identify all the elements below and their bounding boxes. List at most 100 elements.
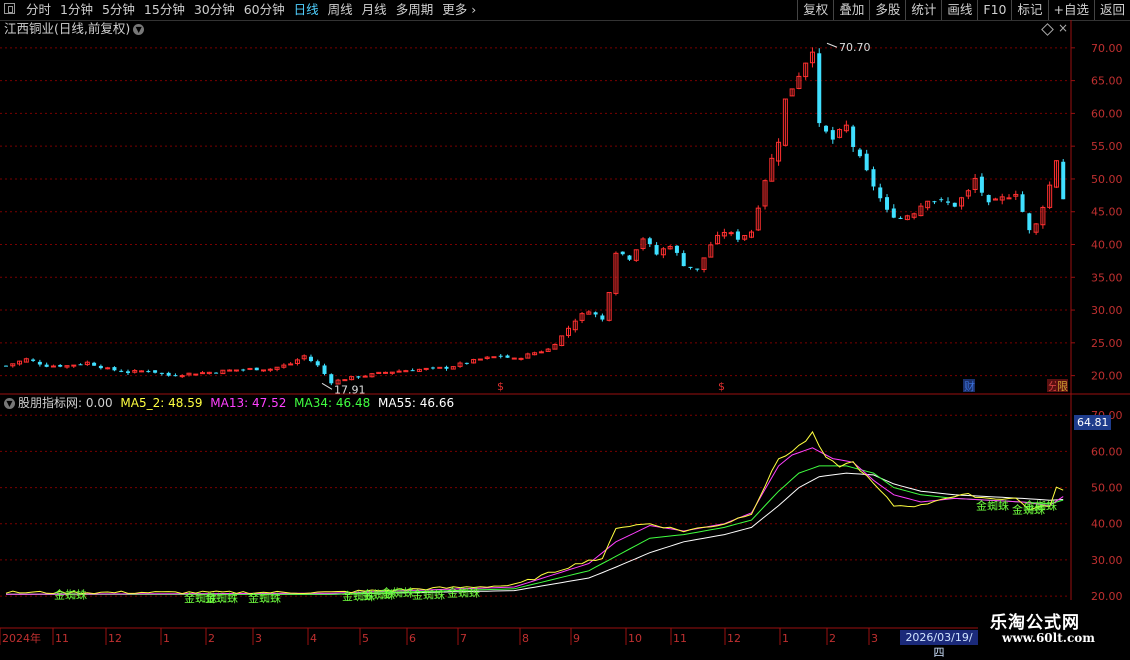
price-tick-label: 55.00 [1091,140,1123,153]
candle-body [437,366,443,369]
signal-label: 金蜘蛛 [447,585,480,599]
candle-body [728,232,734,235]
candle-body [979,176,984,193]
price-tick-label: 25.00 [1091,337,1123,350]
candle-body [125,371,130,373]
ma5-label: MA5_2: 48.59 [120,396,203,410]
ma55-label: MA55: 46.66 [378,396,455,410]
candle-body [396,370,402,373]
candle-body [153,370,158,373]
indicator-tick-label: 40.00 [1091,518,1123,531]
stock-title[interactable]: 江西铜业(日线,前复权) ▼ [4,21,145,37]
date-tick-label: 11 [55,632,69,645]
candle-body [31,359,36,361]
date-tick-label: 10 [628,632,642,645]
candle-body [824,125,829,132]
signal-label: 金蜘蛛 [54,587,87,601]
signal-label: 金蜘蛛 [1024,499,1057,513]
date-tick-label: 9 [573,632,580,645]
candle-body [71,364,77,367]
ma13-label: MA13: 47.52 [210,396,287,410]
date-tick-label: 3 [255,632,262,645]
candle-body [44,364,49,367]
signal-label: 金蜘蛛 [976,499,1009,513]
candle-body [159,372,164,374]
date-tick-label: 3 [871,632,878,645]
signal-label: 金蜘蛛 [412,587,445,601]
candle-body [254,367,259,371]
candle-body [830,130,835,140]
close-icon[interactable]: × [1058,21,1068,35]
candle-body [267,368,273,371]
candle-body [119,370,124,372]
candle-body [4,365,8,367]
candle-body [329,374,334,384]
candle-body [511,357,517,360]
candle-body [214,372,219,374]
candle-body [885,197,890,210]
candle-body [1020,194,1025,212]
price-tick-label: 35.00 [1091,271,1123,284]
ma34-label: MA34: 46.48 [294,396,371,410]
candle-body [173,375,178,377]
candle-body [241,369,246,371]
indicator-tick-label: 60.00 [1091,445,1123,458]
indicator-title: ▼ 股朋指标网: 0.00 MA5_2: 48.59 MA13: 47.52 MA… [4,395,458,411]
candle-body [647,238,652,245]
candle-body [58,364,63,367]
candle-body [986,194,991,203]
candle-body [247,367,253,370]
price-tick-label: 65.00 [1091,75,1123,88]
price-tick-label: 60.00 [1091,107,1123,120]
current-price-box: 64.81 [1074,415,1111,430]
candle-body [1006,197,1012,200]
candle-body [410,370,415,372]
candle-body [146,371,151,373]
candle-body [491,356,497,359]
candle-body [688,266,693,268]
candle-body [308,356,313,362]
candle-body [383,371,389,374]
stock-chart-svg[interactable]: 金蜘蛛 金蜘蛛金蜘蛛 金蜘蛛 金蜘蛛金蜘蛛金蜘蛛金蜘蛛 金蜘蛛金蜘蛛 金蜘蛛金蜘蛛 70.… [0,0,1130,650]
date-tick-label: 2024年 [2,631,41,645]
signal-label: 金蜘蛛 [248,591,281,605]
candle-body [878,187,883,199]
price-tick-label: 20.00 [1091,370,1123,383]
chevron-down-icon[interactable]: ▼ [133,24,145,35]
price-tick-label: 50.00 [1091,173,1123,186]
candle-body [946,201,951,203]
candle-body [1027,213,1032,231]
candle-body [98,365,103,369]
indicator-tick-label: 50.00 [1091,482,1123,495]
candle-body [593,312,598,315]
indicator-chevron-icon[interactable]: ▼ [4,398,15,409]
candle-body [92,362,97,366]
candle-body [464,362,469,364]
ma-line-ma13 [5,447,1064,595]
candle-body [498,355,503,357]
candle-body [864,153,869,171]
candle-body [50,365,56,368]
candle-body [37,361,42,365]
signal-label: 金蜘蛛 [381,585,414,599]
candle-body [112,367,117,371]
candle-body [600,315,605,320]
candle-body [857,149,862,157]
date-tick-label: 8 [522,632,529,645]
indicator-name[interactable]: 股朋指标网 [18,396,78,410]
candle-body [315,361,320,366]
candle-body [851,126,856,147]
date-tick-label: 1 [782,632,789,645]
candle-body [430,367,435,369]
candle-body [166,372,171,376]
date-tick-label: 11 [673,632,687,645]
stock-title-text: 江西铜业(日线,前复权) [4,21,131,36]
event-marker: 财 [964,379,975,393]
date-tick-label: 5 [362,632,369,645]
date-tick-label: 1 [163,632,170,645]
candle-body [735,231,740,240]
indicator-value: : 0.00 [78,396,113,410]
high-marker-label: 70.70 [839,41,871,54]
date-tick-label: 12 [727,632,741,645]
candle-body [538,351,544,354]
